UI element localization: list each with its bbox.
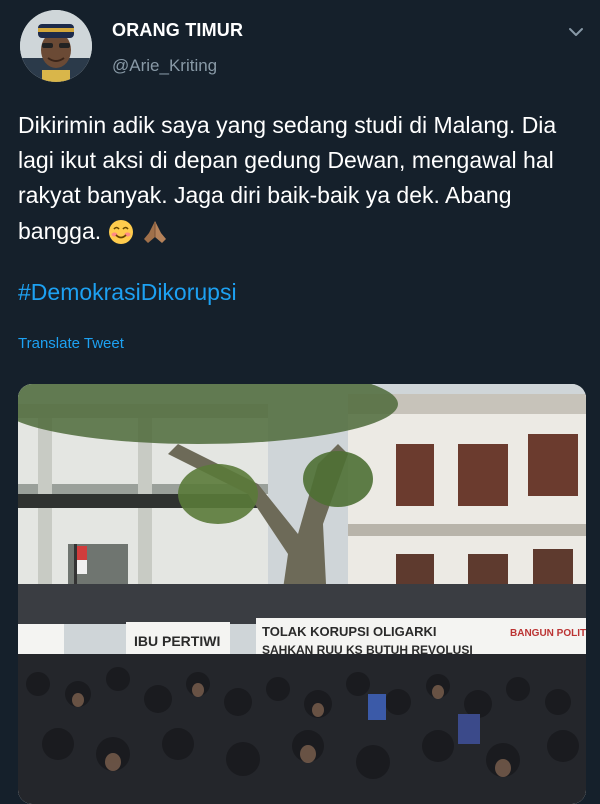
folded-hands-icon <box>143 220 166 243</box>
translate-tweet-link[interactable]: Translate Tweet <box>18 335 124 352</box>
hashtag-link[interactable]: #DemokrasiDikorupsi <box>18 279 237 306</box>
avatar[interactable] <box>20 10 92 82</box>
tweet-header: ORANG TIMUR @Arie_Kriting <box>0 0 600 96</box>
chevron-down-icon[interactable] <box>566 22 586 42</box>
avatar-image <box>20 10 92 82</box>
tweet-photo[interactable]: IBU PERTIWI TOLAK KORUPSI OLIGARKI SAHKA… <box>18 384 586 804</box>
protest-photo: IBU PERTIWI TOLAK KORUPSI OLIGARKI SAHKA… <box>18 384 586 804</box>
banner-ibu-pertiwi: IBU PERTIWI <box>134 633 220 649</box>
tweet-text-container: Dikirimin adik saya yang sedang studi di… <box>18 108 578 249</box>
smiling-face-with-smiling-eyes-icon <box>108 219 133 244</box>
banner-bangun-politik: BANGUN POLITIK ALTERNATIF <box>510 628 586 639</box>
tweet-text: Dikirimin adik saya yang sedang studi di… <box>18 112 557 244</box>
banner-tolak-korupsi: TOLAK KORUPSI OLIGARKI <box>262 624 437 639</box>
author-handle[interactable]: @Arie_Kriting <box>112 56 217 76</box>
author-name[interactable]: ORANG TIMUR <box>112 20 243 41</box>
